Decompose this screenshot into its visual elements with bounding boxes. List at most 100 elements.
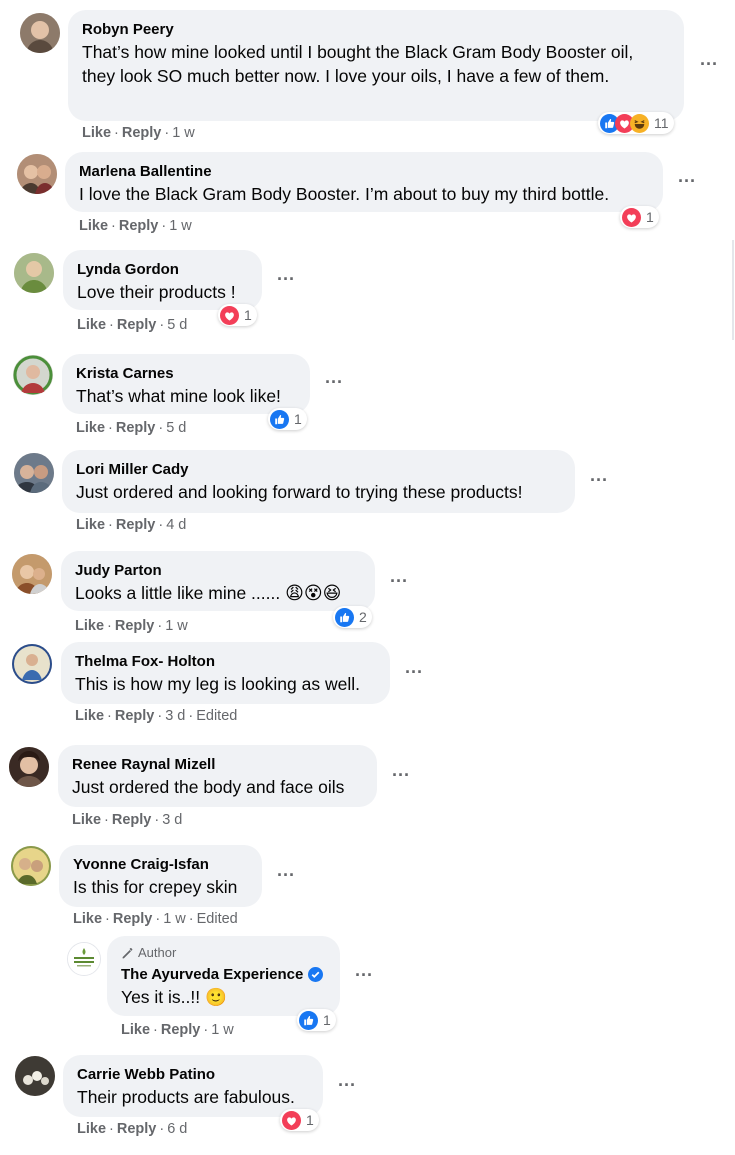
avatar[interactable] (14, 253, 54, 293)
avatar[interactable] (9, 747, 49, 787)
like-link[interactable]: Like (76, 517, 105, 533)
reaction-summary[interactable]: 2 (333, 606, 372, 628)
comment-actions: Like · Reply · 6 d (77, 1121, 188, 1137)
more-options-icon[interactable]: ··· (675, 172, 699, 193)
reaction-summary[interactable]: 1 (268, 408, 307, 430)
more-options-icon[interactable]: ··· (697, 55, 721, 76)
more-options-icon[interactable]: ··· (335, 1076, 359, 1097)
timestamp[interactable]: 1 w (163, 911, 186, 927)
like-link[interactable]: Like (79, 218, 108, 234)
reaction-summary[interactable]: 1 (297, 1009, 336, 1031)
more-options-icon[interactable]: ··· (274, 866, 298, 887)
reaction-summary[interactable]: 1 (620, 206, 659, 228)
avatar[interactable] (12, 644, 52, 684)
more-options-icon[interactable]: ··· (402, 663, 426, 684)
comment-author-name[interactable]: Lynda Gordon (77, 260, 248, 279)
comment-author-name[interactable]: The Ayurveda Experience (121, 965, 303, 984)
avatar-image (14, 453, 54, 493)
comment-author-name[interactable]: Lori Miller Cady (76, 460, 561, 479)
avatar-image (12, 644, 52, 684)
comment-bubble: Thelma Fox- Holton This is how my leg is… (61, 642, 390, 704)
avatar-image (9, 747, 49, 787)
reply-link[interactable]: Reply (117, 1121, 157, 1137)
reaction-summary[interactable]: 1 (218, 304, 257, 326)
avatar-image (11, 846, 51, 886)
love-reaction-icon (220, 306, 239, 325)
comment-text: Just ordered the body and face oils (72, 777, 345, 797)
reply-link[interactable]: Reply (113, 911, 153, 927)
scrollbar[interactable] (732, 240, 734, 340)
avatar[interactable] (12, 554, 52, 594)
comment-author-name[interactable]: Marlena Ballentine (79, 162, 649, 181)
reply-link[interactable]: Reply (161, 1022, 201, 1038)
more-options-icon[interactable]: ··· (389, 766, 413, 787)
timestamp[interactable]: 4 d (166, 517, 186, 533)
comment-author-name[interactable]: Thelma Fox- Holton (75, 652, 376, 671)
avatar-image (14, 253, 54, 293)
timestamp[interactable]: 5 d (167, 317, 187, 333)
like-link[interactable]: Like (82, 125, 111, 141)
avatar[interactable] (15, 1056, 55, 1096)
comment-author-name[interactable]: Yvonne Craig-Isfan (73, 855, 248, 874)
reply-link[interactable]: Reply (115, 708, 155, 724)
like-link[interactable]: Like (75, 618, 104, 634)
reply-link[interactable]: Reply (119, 218, 159, 234)
avatar[interactable] (17, 154, 57, 194)
timestamp[interactable]: 3 d (165, 708, 185, 724)
timestamp[interactable]: 3 d (162, 812, 182, 828)
timestamp[interactable]: 6 d (167, 1121, 187, 1137)
avatar[interactable] (13, 355, 53, 395)
comment-bubble: Judy Parton Looks a little like mine ...… (61, 551, 375, 611)
like-link[interactable]: Like (121, 1022, 150, 1038)
comment-bubble: Renee Raynal Mizell Just ordered the bod… (58, 745, 377, 807)
avatar[interactable] (14, 453, 54, 493)
more-options-icon[interactable]: ··· (274, 270, 298, 291)
reply-link[interactable]: Reply (116, 420, 156, 436)
comment-text: Love their products ! (77, 282, 236, 302)
like-link[interactable]: Like (75, 708, 104, 724)
timestamp[interactable]: 1 w (211, 1022, 234, 1038)
comment-actions: Like · Reply · 4 d (76, 517, 187, 533)
reply-link[interactable]: Reply (115, 618, 155, 634)
comment-text: Their products are fabulous. (77, 1087, 295, 1107)
like-link[interactable]: Like (77, 1121, 106, 1137)
avatar-image (12, 554, 52, 594)
like-link[interactable]: Like (76, 420, 105, 436)
more-options-icon[interactable]: ··· (587, 471, 611, 492)
like-reaction-icon (299, 1011, 318, 1030)
reaction-summary[interactable]: 11 (598, 112, 674, 134)
like-reaction-icon (335, 608, 354, 627)
like-link[interactable]: Like (72, 812, 101, 828)
avatar[interactable] (11, 846, 51, 886)
more-options-icon[interactable]: ··· (352, 966, 376, 987)
like-link[interactable]: Like (73, 911, 102, 927)
like-reaction-icon (270, 410, 289, 429)
reaction-summary[interactable]: 1 (280, 1109, 319, 1131)
reaction-count: 1 (306, 1112, 314, 1128)
comment-actions: Like · Reply · 5 d (76, 420, 187, 436)
more-options-icon[interactable]: ··· (322, 373, 346, 394)
avatar[interactable] (20, 13, 60, 53)
comment-bubble: Krista Carnes That’s what mine look like… (62, 354, 310, 414)
timestamp[interactable]: 1 w (165, 618, 188, 634)
timestamp[interactable]: 1 w (169, 218, 192, 234)
verified-badge-icon (308, 967, 324, 982)
reaction-count: 2 (359, 609, 367, 625)
comment-author-name[interactable]: Judy Parton (75, 561, 361, 580)
more-options-icon[interactable]: ··· (387, 572, 411, 593)
like-link[interactable]: Like (77, 317, 106, 333)
timestamp[interactable]: 1 w (172, 125, 195, 141)
love-reaction-icon (282, 1111, 301, 1130)
comment-author-name[interactable]: Robyn Peery (82, 20, 670, 39)
reply-link[interactable]: Reply (117, 317, 157, 333)
reply-link[interactable]: Reply (116, 517, 156, 533)
reply-link[interactable]: Reply (112, 812, 152, 828)
timestamp[interactable]: 5 d (166, 420, 186, 436)
avatar-image (15, 1056, 55, 1096)
reply-link[interactable]: Reply (122, 125, 162, 141)
comment-author-name[interactable]: Renee Raynal Mizell (72, 755, 363, 774)
avatar[interactable] (67, 942, 101, 976)
comment-author-name[interactable]: Krista Carnes (76, 364, 296, 383)
comment-author-name[interactable]: Carrie Webb Patino (77, 1065, 309, 1084)
emoji-group: 😩😵😆 (285, 583, 342, 603)
